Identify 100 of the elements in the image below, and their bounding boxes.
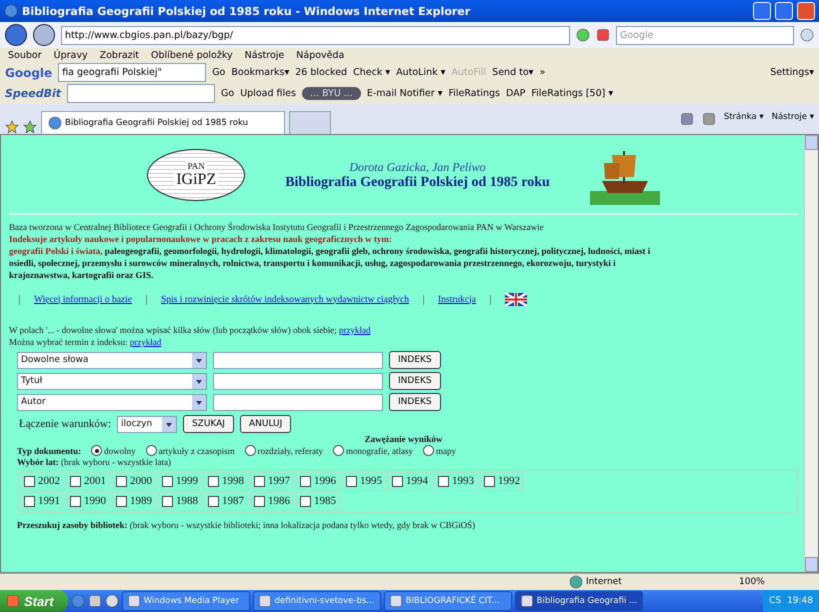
info-link[interactable]: Więcej informacji o bazie	[34, 294, 132, 304]
year-checkbox[interactable]: 1989	[112, 492, 156, 510]
window-icon	[126, 594, 141, 608]
toolbar-button[interactable]: FileRatings [50] ▾	[531, 88, 614, 99]
info-link[interactable]: Instrukcja	[438, 294, 476, 304]
toolbar-button[interactable]: Upload files	[240, 88, 296, 99]
menu-item[interactable]: Nástroje	[242, 50, 288, 60]
taskbar-button[interactable]: BIBLIOGRAFICKÉ CIT...	[384, 591, 512, 611]
year-checkbox[interactable]: 1999	[158, 472, 202, 490]
index-button[interactable]: INDEKS	[389, 351, 441, 369]
app-icon	[88, 594, 102, 608]
toolbar-logo: SpeedBit	[5, 87, 62, 100]
address-field[interactable]: http://www.cbgios.pan.pl/bazy/bgp/	[61, 26, 570, 44]
field-dropdown[interactable]: Autor	[17, 394, 207, 410]
year-checkbox[interactable]: 1993	[434, 472, 478, 490]
year-checkbox[interactable]: 1988	[158, 492, 202, 510]
example-link[interactable]: przykład	[130, 337, 162, 347]
year-checkbox[interactable]: 1987	[204, 492, 248, 510]
radio-option[interactable]: rozdziały, referaty	[244, 445, 323, 456]
menu-item[interactable]: Soubor	[5, 50, 45, 60]
scope-text: Indeksuje artykuły naukowe i popularnonaukowe w pracach z zakresu nauk geograficznych w tym:	[9, 233, 393, 245]
toolbar-button[interactable]: Send to▾	[492, 67, 534, 78]
search-input[interactable]	[213, 352, 383, 368]
command-button[interactable]: Nástroje ▾	[772, 112, 814, 126]
year-checkbox[interactable]: 2001	[66, 472, 110, 490]
maximize-button[interactable]	[775, 2, 793, 20]
toolbar-button[interactable]: Check ▾	[353, 67, 390, 78]
form-button[interactable]: ANULUJ	[240, 415, 292, 433]
year-checkbox[interactable]: 1996	[296, 472, 340, 490]
search-input[interactable]	[213, 394, 383, 410]
menu-item[interactable]: Nápověda	[293, 50, 348, 60]
radio-option[interactable]: artykuły z czasopism	[146, 445, 235, 456]
page-title: Bibliografia Geografii Polskiej od 1985 roku	[285, 174, 550, 190]
toolbar-button[interactable]: E-mail Notifier ▾	[366, 88, 442, 99]
toolbar-button[interactable]: AutoLink ▾	[396, 67, 446, 78]
settings-button[interactable]: Settings▾	[770, 67, 814, 78]
window-icon	[520, 594, 534, 608]
field-dropdown[interactable]: Dowolne słowa	[17, 352, 207, 368]
toolbar-search-field[interactable]	[67, 84, 216, 103]
example-link[interactable]: przykład	[339, 325, 371, 335]
taskbar-button[interactable]: Bibliografia Geografii ...	[514, 591, 643, 611]
index-button[interactable]: INDEKS	[389, 393, 441, 411]
toolbar-button[interactable]: »	[539, 67, 546, 78]
year-checkbox[interactable]: 1985	[296, 492, 340, 510]
toolbar-logo: Google	[5, 66, 52, 80]
radio-option[interactable]: dowolny	[91, 445, 136, 456]
forward-button[interactable]	[33, 24, 55, 46]
libraries-label: Przeszukuj zasoby bibliotek: (brak wyboru - wszystkie biblioteki; inna lokalizacja podana tylko wtedy, gdy brak w CBGiOŚ)	[17, 519, 476, 531]
flag-icon[interactable]	[505, 293, 527, 306]
app-icon	[104, 594, 119, 608]
favorites-star-icon	[5, 120, 19, 134]
command-button[interactable]: Stránka ▾	[724, 112, 764, 126]
year-checkbox[interactable]: 1998	[204, 472, 248, 490]
menu-item[interactable]: Oblíbené položky	[148, 50, 236, 60]
combine-label: Łączenie warunków:	[19, 418, 111, 430]
radio-option[interactable]: mapy	[422, 445, 456, 456]
year-checkbox[interactable]: 1995	[342, 472, 386, 490]
taskbar-button[interactable]: definitivni-svetove-bs...	[252, 591, 381, 611]
toolbar-button[interactable]: Go	[221, 88, 234, 99]
media-player-bar[interactable]: ... BYU ...	[302, 87, 361, 100]
toolbar-search-field[interactable]: fia geografii Polskiej"	[58, 63, 206, 82]
index-button[interactable]: INDEKS	[389, 372, 441, 390]
zoom-level[interactable]: 100%	[739, 577, 819, 587]
clock: 19:48	[787, 596, 813, 606]
toolbar-button[interactable]: FileRatings	[448, 88, 500, 99]
minimize-button[interactable]	[753, 2, 771, 20]
radio-option[interactable]: monografie, atlasy	[332, 445, 413, 456]
combine-dropdown[interactable]: iloczyn	[116, 416, 177, 432]
security-zone: Internet	[586, 577, 622, 587]
hint-text: W polach '... - dowolne słowa' można wpisać kilka słów (lub początków słów) obok siebie; przykład	[9, 324, 372, 336]
year-checkbox[interactable]: 1997	[250, 472, 294, 490]
institute-logo: PAN IGiPZ	[147, 149, 246, 201]
window-icon	[388, 594, 403, 608]
year-checkbox[interactable]: 1994	[388, 472, 432, 490]
authors: Dorota Gazicka, Jan Peliwo	[348, 160, 487, 174]
intro-text: Baza tworzona w Centralnej Bibliotece Geografii i Ochrony Środowiska Instytutu Geografii i Przestrzennego Zagospodarowania PAN w Warszawie	[9, 221, 545, 233]
toolbar-button[interactable]: Go	[212, 67, 226, 78]
doc-type-label: Typ dokumentu:	[17, 446, 82, 456]
window-title: Bibliografia Geografii Polskiej od 1985 roku - Windows Internet Explorer	[22, 4, 472, 18]
toolbar-button[interactable]: 26 blocked	[295, 67, 348, 78]
year-checkbox[interactable]: 1992	[480, 472, 524, 490]
info-link[interactable]: Spis i rozwinięcie skrótów indeksowanych wydawnictw ciągłych	[161, 294, 409, 304]
form-button[interactable]: SZUKAJ	[182, 415, 234, 433]
field-dropdown[interactable]: Tytuł	[17, 372, 207, 390]
year-checkbox[interactable]: 2002	[20, 472, 64, 490]
year-checkbox[interactable]: 1991	[20, 492, 64, 510]
add-favorite-icon	[23, 120, 37, 134]
menu-item[interactable]: Zobrazit	[96, 50, 142, 60]
year-checkbox[interactable]: 1990	[66, 492, 110, 510]
year-checkbox[interactable]: 1986	[250, 492, 294, 510]
toolbar-button[interactable]: Bookmarks▾	[231, 67, 290, 78]
year-checkbox[interactable]: 2000	[112, 472, 156, 490]
window-icon	[258, 594, 272, 608]
close-button[interactable]	[797, 2, 815, 20]
search-input[interactable]	[213, 372, 383, 390]
back-button[interactable]	[5, 24, 27, 46]
taskbar-button[interactable]: Windows Media Player	[122, 591, 250, 611]
menu-item[interactable]: Úpravy	[50, 50, 91, 60]
browser-tab[interactable]: Bibliografia Geografii Polskiej od 1985 roku	[41, 111, 285, 134]
toolbar-button[interactable]: DAP	[506, 88, 526, 99]
